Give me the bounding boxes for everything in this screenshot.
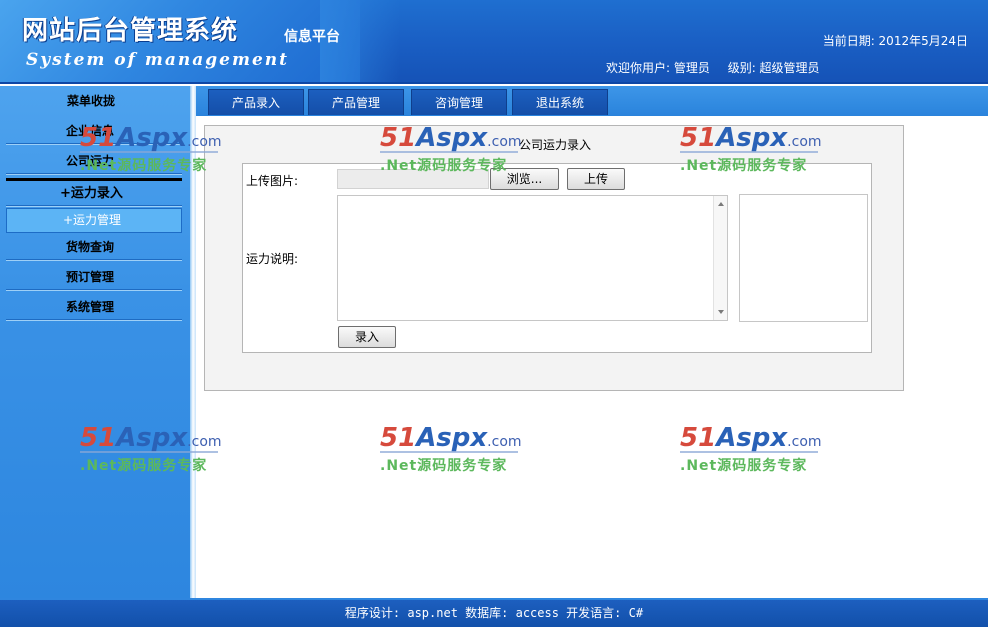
platform-tagline: 信息平台 [284,29,340,45]
user-info: 欢迎你用户: 管理员 级别: 超级管理员 [606,59,834,76]
sidebar-item-system-manage[interactable]: 系统管理 [6,294,182,320]
capacity-form: 上传图片: 浏览... 上传 运力说明: 录入 [242,163,872,353]
description-textarea[interactable] [337,195,728,321]
tab-product-manage[interactable]: 产品管理 [308,89,404,115]
watermark-logo: 51Aspx.com .Net源码服务专家 [380,423,522,474]
watermark-logo: 51Aspx.com .Net源码服务专家 [680,423,822,474]
scroll-up-icon[interactable] [718,202,724,206]
user-level: 级别: 超级管理员 [727,61,820,75]
current-date: 当前日期: 2012年5月24日 [822,34,968,48]
welcome-user: 欢迎你用户: 管理员 [606,61,710,75]
sidebar-item-cargo-query[interactable]: 货物查询 [6,234,182,260]
content-panel: 公司运力录入 上传图片: 浏览... 上传 运力说明: 录入 [204,125,904,391]
browse-button[interactable]: 浏览... [490,168,559,190]
page-header: 网站后台管理系统 System of management 信息平台 当前日期:… [0,0,988,84]
textarea-scrollbar[interactable] [713,196,727,320]
sidebar-item-capacity-entry[interactable]: +运力录入 [6,178,182,206]
sidebar: 菜单收拢 企业信息 公司运力 +运力录入 +运力管理 货物查询 预订管理 系统管… [0,86,192,600]
sidebar-item-company-info[interactable]: 企业信息 [6,118,182,144]
upload-button[interactable]: 上传 [567,168,625,190]
sidebar-item-booking-manage[interactable]: 预订管理 [6,264,182,290]
sidebar-splitter[interactable] [190,86,196,600]
scroll-down-icon[interactable] [718,310,724,314]
logo-subtitle: System of management [26,50,289,70]
top-tab-bar: 产品录入 产品管理 咨询管理 退出系统 [196,86,988,116]
description-label: 运力说明: [246,252,299,266]
submit-button[interactable]: 录入 [338,326,396,348]
tab-product-entry[interactable]: 产品录入 [208,89,304,115]
tab-logout[interactable]: 退出系统 [512,89,608,115]
tab-consult-manage[interactable]: 咨询管理 [411,89,507,115]
image-preview [739,194,868,322]
form-title: 公司运力录入 [519,138,592,152]
header-divider [0,82,988,84]
page-footer: 程序设计: asp.net 数据库: access 开发语言: C# [0,600,988,627]
file-path-input[interactable] [337,169,489,189]
sidebar-item-company-capacity[interactable]: 公司运力 [6,148,182,174]
sidebar-collapse-toggle[interactable]: 菜单收拢 [0,92,182,109]
logo-title: 网站后台管理系统 [22,16,239,46]
upload-label: 上传图片: [246,174,299,188]
sidebar-item-capacity-manage[interactable]: +运力管理 [6,208,182,233]
